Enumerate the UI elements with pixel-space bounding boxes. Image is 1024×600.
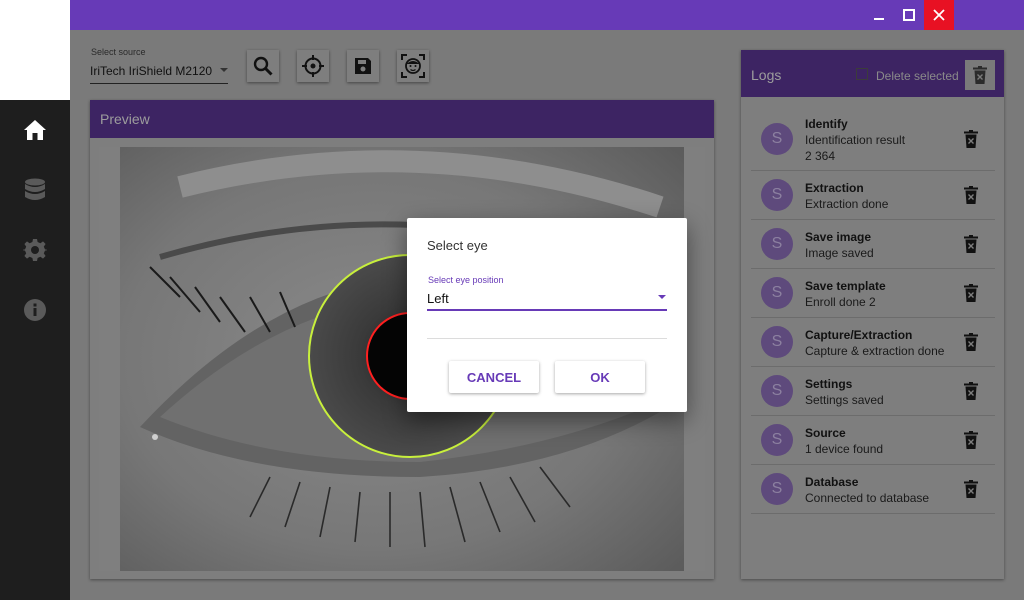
nav-header: [0, 0, 70, 100]
log-item-title: Capture/Extraction: [805, 328, 913, 342]
log-item-subtitle: Connected to database: [805, 491, 930, 505]
logs-header: Logs Delete selected: [741, 50, 1004, 97]
log-delete-button[interactable]: [963, 234, 979, 254]
trash-icon: [973, 66, 987, 84]
face-scan-icon: [401, 54, 425, 78]
avatar: S: [761, 375, 793, 407]
source-label: Select source: [91, 47, 146, 57]
chevron-down-icon: [658, 295, 666, 299]
log-item-title: Extraction: [805, 181, 864, 195]
delete-selected-checkbox[interactable]: [856, 68, 868, 80]
log-list: S Identify Identification result 2 364 S…: [751, 115, 995, 514]
source-select-value: IriTech IriShield M2120: [90, 64, 213, 78]
log-item-subtitle: Image saved: [805, 246, 874, 260]
cancel-button[interactable]: CANCEL: [449, 361, 539, 393]
eye-position-select[interactable]: Left: [427, 289, 667, 311]
trash-icon: [964, 284, 978, 302]
close-button[interactable]: [924, 0, 954, 30]
log-item[interactable]: S Database Connected to database: [751, 465, 995, 514]
log-item-subtitle: Extraction done: [805, 197, 889, 211]
maximize-button[interactable]: [894, 0, 924, 30]
save-button[interactable]: [347, 50, 379, 82]
logs-panel: Logs Delete selected S Identify Identifi…: [741, 50, 1004, 579]
log-delete-button[interactable]: [963, 332, 979, 352]
log-item[interactable]: S Save image Image saved: [751, 220, 995, 269]
log-delete-button[interactable]: [963, 129, 979, 149]
log-item-title: Source: [805, 426, 846, 440]
log-delete-button[interactable]: [963, 479, 979, 499]
minimize-button[interactable]: [864, 0, 894, 30]
chevron-down-icon: [220, 68, 228, 72]
delete-selected-label: Delete selected: [876, 69, 959, 83]
log-item[interactable]: S Identify Identification result 2 364: [751, 115, 995, 171]
database-icon: [25, 178, 45, 200]
trash-icon: [964, 431, 978, 449]
log-delete-button[interactable]: [963, 430, 979, 450]
trash-icon: [964, 235, 978, 253]
preview-header: Preview: [90, 100, 714, 138]
search-button[interactable]: [247, 50, 279, 82]
trash-icon: [964, 333, 978, 351]
ok-button[interactable]: OK: [555, 361, 645, 393]
trash-icon: [964, 130, 978, 148]
log-delete-button[interactable]: [963, 381, 979, 401]
save-icon: [355, 58, 371, 74]
nav-item-info[interactable]: [15, 290, 55, 330]
log-item-subtitle: Settings saved: [805, 393, 884, 407]
dialog-title: Select eye: [427, 238, 488, 253]
log-item[interactable]: S Source 1 device found: [751, 416, 995, 465]
search-icon: [253, 56, 273, 76]
log-delete-button[interactable]: [963, 283, 979, 303]
gear-icon: [23, 239, 47, 261]
trash-icon: [964, 480, 978, 498]
maximize-icon: [903, 9, 915, 21]
source-select[interactable]: IriTech IriShield M2120: [90, 64, 228, 84]
avatar: S: [761, 179, 793, 211]
home-icon: [24, 120, 46, 140]
avatar: S: [761, 228, 793, 260]
close-icon: [933, 9, 945, 21]
sidebar-nav: [0, 100, 70, 600]
trash-icon: [964, 186, 978, 204]
trash-icon: [964, 382, 978, 400]
log-item-subtitle: 1 device found: [805, 442, 884, 456]
avatar: S: [761, 277, 793, 309]
log-item-title: Database: [805, 475, 859, 489]
crosshair-icon: [302, 55, 324, 77]
delete-all-button[interactable]: [965, 60, 995, 90]
log-item-title: Identify: [805, 117, 848, 131]
log-delete-button[interactable]: [963, 185, 979, 205]
nav-item-home[interactable]: [15, 110, 55, 150]
log-item[interactable]: S Settings Settings saved: [751, 367, 995, 416]
log-item-title: Settings: [805, 377, 853, 391]
preview-title: Preview: [100, 111, 150, 127]
select-eye-dialog: Select eye Select eye position Left CANC…: [407, 218, 687, 412]
capture-button[interactable]: [297, 50, 329, 82]
log-item-detail: 2 364: [805, 149, 836, 163]
face-scan-button[interactable]: [397, 50, 429, 82]
log-item-title: Save template: [805, 279, 886, 293]
log-item-subtitle: Enroll done 2: [805, 295, 876, 309]
log-item[interactable]: S Extraction Extraction done: [751, 171, 995, 220]
avatar: S: [761, 424, 793, 456]
info-icon: [24, 299, 46, 321]
eye-position-value: Left: [427, 291, 449, 306]
nav-item-settings[interactable]: [15, 230, 55, 270]
dialog-divider: [427, 338, 667, 339]
log-item-title: Save image: [805, 230, 872, 244]
log-item[interactable]: S Save template Enroll done 2: [751, 269, 995, 318]
nav-item-database[interactable]: [15, 170, 55, 210]
log-item-subtitle: Identification result: [805, 133, 906, 147]
logs-title: Logs: [751, 67, 782, 83]
avatar: S: [761, 326, 793, 358]
log-item-subtitle: Capture & extraction done: [805, 344, 945, 358]
eye-position-label: Select eye position: [428, 275, 504, 285]
log-item[interactable]: S Capture/Extraction Capture & extractio…: [751, 318, 995, 367]
minimize-icon: [874, 18, 884, 20]
avatar: S: [761, 473, 793, 505]
avatar: S: [761, 123, 793, 155]
